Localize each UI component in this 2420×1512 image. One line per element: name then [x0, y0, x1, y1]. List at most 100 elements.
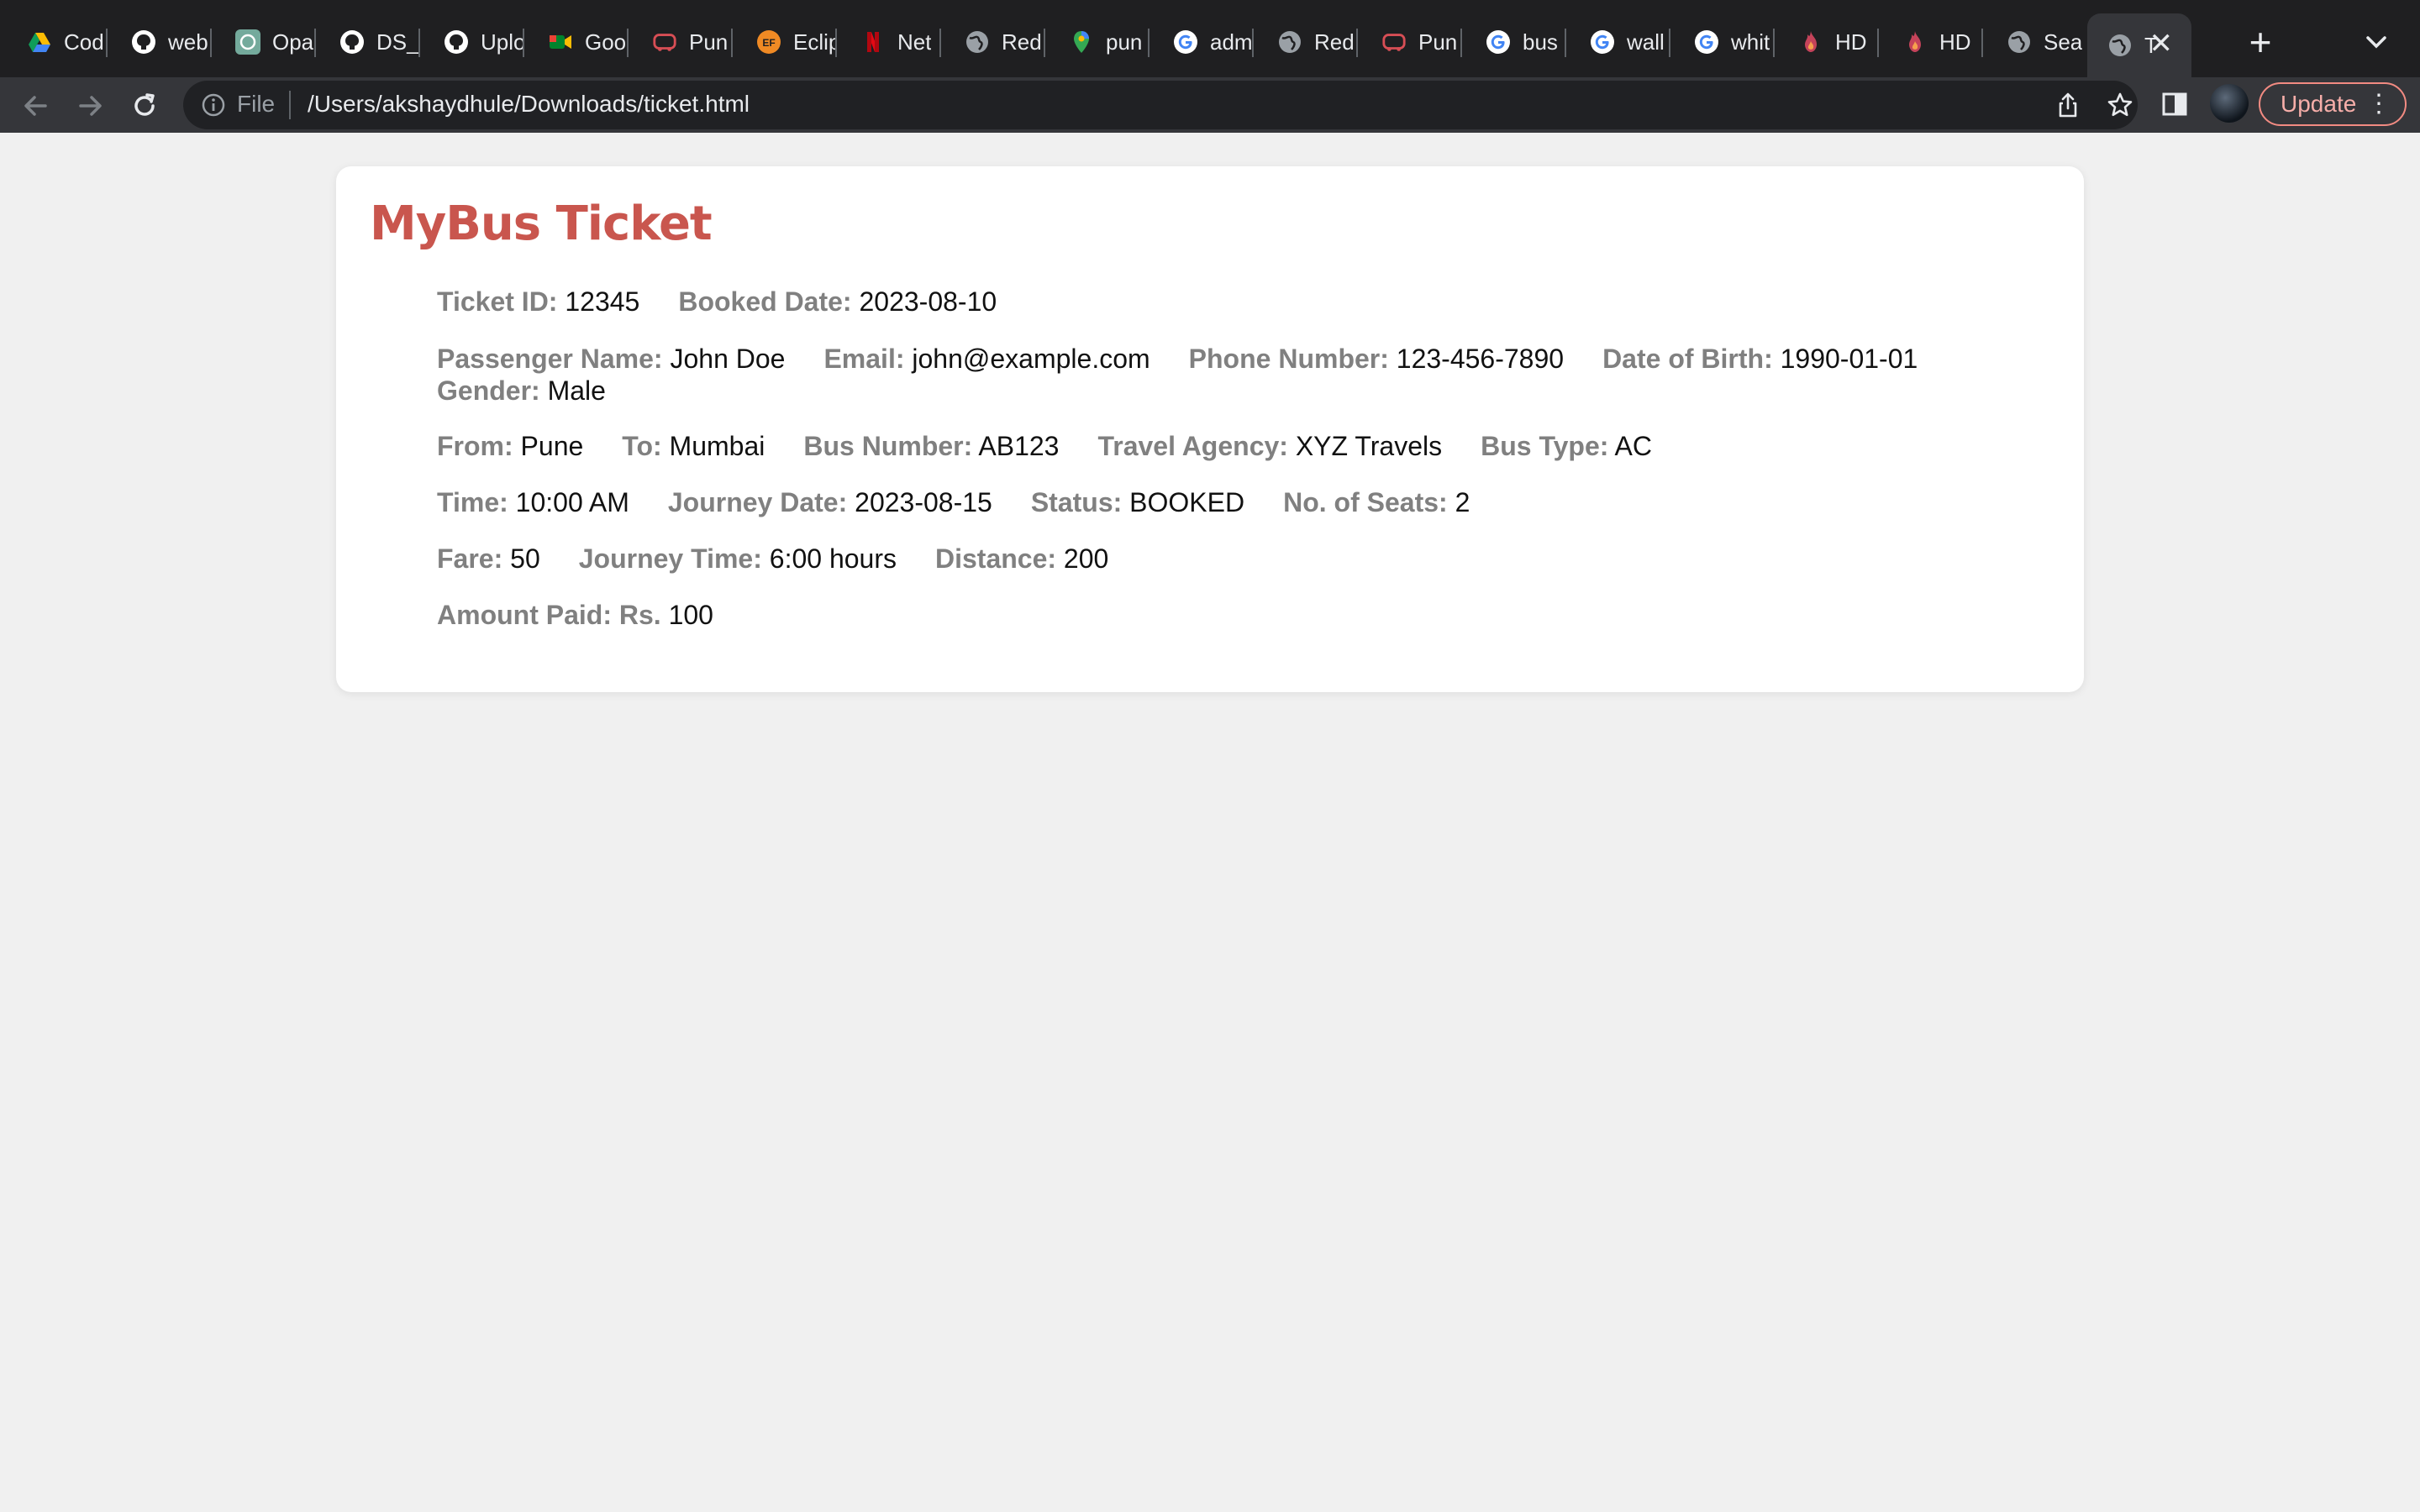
- github-icon: [444, 29, 469, 55]
- field-label: Travel Agency:: [1097, 431, 1288, 461]
- browser-tab-label: whit: [1731, 29, 1770, 55]
- share-icon[interactable]: [2054, 91, 2082, 119]
- more-menu-icon[interactable]: ⋮: [2366, 84, 2391, 124]
- ticket-field: Journey Time: 6:00 hours: [579, 543, 897, 574]
- svg-text:EF: EF: [762, 37, 775, 49]
- browser-tab[interactable]: Red: [1254, 15, 1358, 69]
- field-label: Ticket ID:: [437, 286, 558, 317]
- ticket-row: Amount Paid: Rs. 100: [437, 599, 2017, 631]
- field-label: No. of Seats:: [1283, 487, 1448, 517]
- new-tab-button[interactable]: +: [2235, 18, 2286, 66]
- arrow-left-icon: [24, 96, 47, 116]
- browser-tab[interactable]: Goo: [524, 15, 629, 69]
- close-tab-icon[interactable]: ✕: [2149, 27, 2174, 60]
- browser-tab-label: bus: [1523, 29, 1558, 55]
- browser-tab[interactable]: Cod: [3, 15, 108, 69]
- field-value: 10:00 AM: [515, 487, 629, 517]
- browser-tab-label: Eclip: [793, 29, 837, 55]
- arrow-right-icon: [79, 96, 102, 116]
- field-label: To:: [622, 431, 662, 461]
- redbus-icon: [1381, 29, 1407, 55]
- browser-tab-label: Pun: [689, 29, 729, 55]
- address-divider: [289, 91, 291, 119]
- browser-tab-label: Net: [897, 29, 932, 55]
- browser-tab[interactable]: EF Eclip: [733, 15, 837, 69]
- browser-tab[interactable]: Opa: [212, 15, 316, 69]
- ticket-field: Journey Date: 2023-08-15: [668, 487, 992, 517]
- ticket-field: Gender: Male: [437, 375, 2017, 407]
- field-label: Gender:: [437, 375, 540, 406]
- browser-tab[interactable]: web: [108, 15, 212, 69]
- update-button[interactable]: Update ⋮: [2259, 82, 2407, 126]
- google-drive-icon: [27, 29, 52, 55]
- back-button[interactable]: [15, 86, 55, 126]
- browser-tab[interactable]: Pun: [629, 15, 733, 69]
- field-value: 200: [1063, 543, 1109, 574]
- browser-tab[interactable]: HD: [1775, 15, 1879, 69]
- ticket-row: Passenger Name: John Doe Email: john@exam…: [437, 343, 2017, 407]
- globe-icon: [2007, 29, 2032, 55]
- browser-tab[interactable]: Uplo: [420, 15, 524, 69]
- github-icon: [339, 29, 365, 55]
- ticket-row: From: Pune To: Mumbai Bus Number: AB123 Tra…: [437, 430, 2017, 462]
- ef-icon: EF: [756, 29, 781, 55]
- ticket-field: Travel Agency: XYZ Travels: [1097, 431, 1442, 461]
- fire-icon: [1798, 29, 1823, 55]
- ticket-card: MyBus Ticket Ticket ID: 12345 Booked Date…: [336, 166, 2084, 692]
- google-icon: [1590, 29, 1615, 55]
- field-value: 6:00 hours: [769, 543, 897, 574]
- field-label: Distance:: [934, 543, 1057, 574]
- browser-tab[interactable]: Net: [837, 15, 941, 69]
- field-label: Booked Date:: [678, 286, 852, 317]
- browser-tab[interactable]: whit: [1670, 15, 1775, 69]
- browser-tab[interactable]: Sea: [1983, 15, 2087, 69]
- browser-tab[interactable]: Red: [941, 15, 1045, 69]
- ticket-field: Amount Paid: Rs. 100: [437, 600, 713, 630]
- field-value: 1990-01-01: [1780, 344, 1918, 374]
- address-url[interactable]: /Users/akshaydhule/Downloads/ticket.html: [308, 91, 750, 118]
- ticket-field: Distance: 200: [935, 543, 1108, 574]
- browser-tab-label: Uplo: [481, 29, 524, 55]
- browser-tab[interactable]: Pun: [1358, 15, 1462, 69]
- field-value: AC: [1614, 431, 1652, 461]
- ticket-field: Email: john@example.com: [823, 344, 1150, 374]
- tab-search-chevron-icon[interactable]: [2360, 24, 2393, 60]
- ticket-row: Ticket ID: 12345 Booked Date: 2023-08-10: [437, 286, 2017, 318]
- ticket-field: Bus Type: AC: [1481, 431, 1652, 461]
- browser-tab[interactable]: wall: [1566, 15, 1670, 69]
- ticket-field: No. of Seats: 2: [1283, 487, 1470, 517]
- browser-tab[interactable]: HD: [1879, 15, 1983, 69]
- browser-tab-label: Goo: [585, 29, 627, 55]
- browser-tab-label: pun: [1106, 29, 1143, 55]
- reload-icon: [134, 93, 155, 116]
- field-value: BOOKED: [1129, 487, 1245, 517]
- browser-tab-label: wall: [1627, 29, 1665, 55]
- browser-tab-label: Red: [1002, 29, 1042, 55]
- reload-button[interactable]: [124, 86, 165, 126]
- ticket-row: Fare: 50 Journey Time: 6:00 hours Distance…: [437, 543, 2017, 575]
- forward-button[interactable]: [71, 86, 111, 126]
- redbus-icon: [652, 29, 677, 55]
- browser-tab-label: adm: [1210, 29, 1253, 55]
- bookmark-star-icon[interactable]: [2106, 91, 2134, 119]
- address-bar[interactable]: File /Users/akshaydhule/Downloads/ticket…: [183, 81, 2138, 129]
- address-scheme-label: File: [237, 91, 276, 117]
- browser-tab-strip: Cod web Opa DS_ Uplo Goo Pun EF Eclip Net Red pun ad…: [0, 0, 2420, 77]
- browser-tab-label: Opa: [272, 29, 314, 55]
- info-icon[interactable]: [200, 92, 227, 118]
- browser-tab[interactable]: adm: [1150, 15, 1254, 69]
- field-label: Time:: [437, 487, 508, 517]
- ticket-field: Date of Birth: 1990-01-01: [1602, 344, 1918, 374]
- field-value: John Doe: [670, 344, 786, 374]
- browser-tab[interactable]: bus: [1462, 15, 1566, 69]
- browser-tab[interactable]: pun: [1045, 15, 1150, 69]
- side-panel-icon[interactable]: [2160, 89, 2190, 119]
- ticket-field: To: Mumbai: [622, 431, 765, 461]
- ticket-title: MyBus Ticket: [370, 197, 713, 251]
- browser-tab[interactable]: DS_: [316, 15, 420, 69]
- browser-tab-label: Red: [1314, 29, 1355, 55]
- ticket-row: Time: 10:00 AM Journey Date: 2023-08-15 St…: [437, 486, 2017, 518]
- github-icon: [131, 29, 156, 55]
- browser-tab[interactable]: T ✕: [2087, 13, 2191, 77]
- profile-avatar[interactable]: [2210, 84, 2249, 123]
